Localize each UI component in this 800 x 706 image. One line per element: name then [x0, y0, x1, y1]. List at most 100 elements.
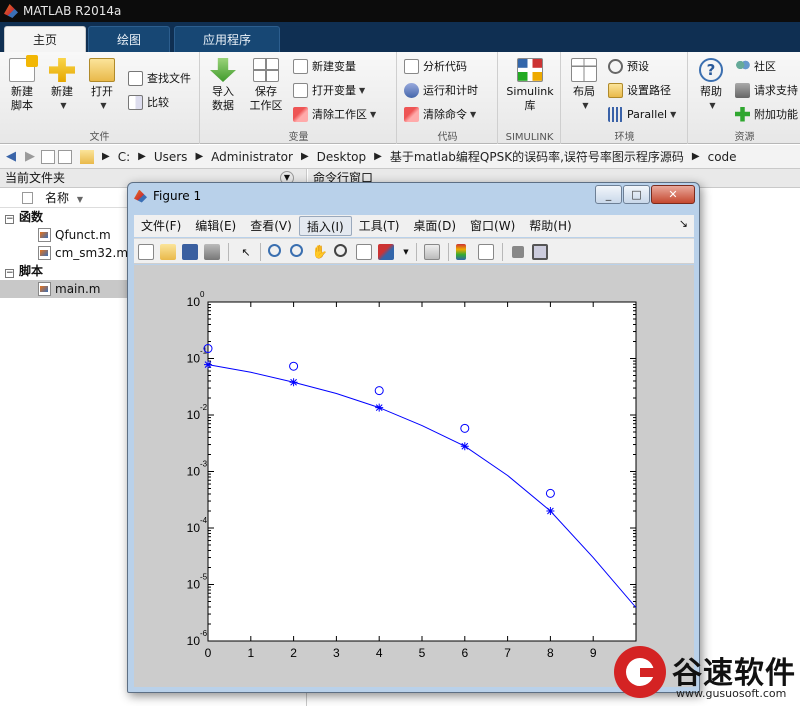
compare-icon	[128, 94, 143, 110]
parallel-icon	[608, 106, 623, 122]
menu-file[interactable]: 文件(F)	[134, 216, 188, 236]
parallel-button[interactable]: Parallel ▼	[608, 104, 676, 124]
community-button[interactable]: 社区	[735, 56, 776, 76]
hide-plot-tools-icon[interactable]	[512, 246, 524, 258]
breadcrumb-item[interactable]: Desktop	[317, 150, 367, 164]
m-file-icon	[38, 246, 51, 260]
back-arrow-icon[interactable]: ◀	[3, 149, 19, 165]
tab-plots[interactable]: 绘图	[88, 26, 170, 52]
addons-button[interactable]: 附加功能	[735, 104, 798, 124]
figure-logo-icon	[134, 189, 147, 203]
menu-insert[interactable]: 插入(I)	[298, 216, 352, 236]
request-support-button[interactable]: 请求支持	[735, 80, 798, 100]
breadcrumb-item[interactable]: C:	[118, 150, 130, 164]
file-group-label: 文件	[89, 132, 110, 143]
menu-window[interactable]: 窗口(W)	[463, 216, 522, 236]
toolbar-separator	[416, 243, 417, 261]
close-button[interactable]: ✕	[651, 185, 695, 204]
open-variable-button[interactable]: 打开变量 ▼	[293, 80, 365, 100]
semilogy-plot[interactable]: 01234567891010010-110-210-310-410-510-6	[134, 265, 694, 687]
new-variable-button[interactable]: 新建变量	[293, 56, 356, 76]
chevron-down-icon[interactable]: ▼	[398, 244, 414, 260]
new-variable-icon	[293, 58, 308, 74]
open-icon[interactable]	[160, 244, 176, 260]
request-support-icon	[735, 82, 750, 98]
print-icon[interactable]	[204, 244, 220, 260]
open-button[interactable]: 打开 ▼	[84, 58, 120, 113]
file-name: main.m	[55, 282, 101, 296]
pointer-icon[interactable]: ↖	[238, 244, 254, 260]
clear-commands-icon	[404, 106, 419, 122]
up-folder-icon[interactable]	[41, 149, 55, 164]
maximize-button[interactable]: □	[623, 185, 650, 204]
menu-tools[interactable]: 工具(T)	[352, 216, 407, 236]
tab-apps[interactable]: 应用程序	[174, 26, 280, 52]
help-label: 帮助	[700, 85, 722, 98]
simulink-library-button[interactable]: Simulink 库	[504, 58, 556, 113]
compare-button[interactable]: 比较	[128, 92, 169, 112]
set-path-button[interactable]: 设置路径	[608, 80, 671, 100]
community-label: 社区	[754, 60, 776, 73]
figure-canvas[interactable]: 01234567891010010-110-210-310-410-510-6	[134, 265, 694, 687]
menu-edit[interactable]: 编辑(E)	[188, 216, 243, 236]
layout-button[interactable]: 布局 ▼	[566, 58, 602, 113]
forward-arrow-icon[interactable]: ▶	[22, 149, 38, 165]
help-button[interactable]: ? 帮助 ▼	[693, 58, 729, 113]
run-and-time-button[interactable]: 运行和计时	[404, 80, 478, 100]
code-group-label: 代码	[437, 132, 458, 143]
layout-icon	[571, 58, 597, 82]
addons-plus-icon	[735, 106, 750, 122]
breadcrumb-item[interactable]: code	[708, 150, 737, 164]
chevron-down-icon: ▼	[60, 101, 67, 110]
legend-icon[interactable]	[478, 244, 494, 260]
x-tick-label: 5	[419, 646, 426, 660]
clear-workspace-label: 清除工作区	[312, 108, 367, 121]
new-label: 新建	[51, 85, 73, 98]
show-plot-tools-icon[interactable]	[532, 244, 548, 260]
toolbar-separator	[502, 243, 503, 261]
new-figure-icon[interactable]	[138, 244, 154, 260]
preferences-button[interactable]: 预设	[608, 56, 649, 76]
collapse-icon[interactable]: −	[5, 215, 14, 224]
zoom-out-icon[interactable]	[290, 244, 303, 257]
new-variable-label: 新建变量	[312, 60, 356, 73]
clear-workspace-button[interactable]: 清除工作区 ▼	[293, 104, 376, 124]
menu-desktop[interactable]: 桌面(D)	[406, 216, 463, 236]
x-tick-label: 3	[333, 646, 340, 660]
save-icon[interactable]	[182, 244, 198, 260]
open-variable-label: 打开变量	[312, 84, 356, 97]
clear-commands-button[interactable]: 清除命令 ▼	[404, 104, 476, 124]
x-tick-label: 4	[376, 646, 383, 660]
find-files-button[interactable]: 查找文件	[128, 68, 191, 88]
y-tick-label: 10	[187, 521, 201, 535]
browse-folder-icon[interactable]	[58, 149, 72, 164]
link-icon[interactable]	[424, 244, 440, 260]
figure-window[interactable]: Figure 1 _ □ ✕ 文件(F) 编辑(E) 查看(V) 插入(I) 工…	[127, 182, 700, 693]
save-workspace-button[interactable]: 保存 工作区	[245, 58, 287, 113]
minimize-button[interactable]: _	[595, 185, 622, 204]
breadcrumb-item[interactable]: Administrator	[211, 150, 293, 164]
new-button[interactable]: 新建 ▼	[44, 58, 80, 113]
breadcrumb-item[interactable]: 基于matlab编程QPSK的误码率,误符号率图示程序源码	[390, 148, 684, 165]
colorbar-icon[interactable]	[456, 244, 466, 260]
resources-group-label: 资源	[734, 132, 755, 143]
collapse-icon[interactable]: −	[5, 269, 14, 278]
breadcrumb-item[interactable]: Users	[154, 150, 188, 164]
variable-group-label: 变量	[288, 132, 309, 143]
pan-icon[interactable]: ✋	[312, 244, 328, 260]
rotate-icon[interactable]	[334, 244, 347, 257]
analyze-code-button[interactable]: 分析代码	[404, 56, 467, 76]
request-support-label: 请求支持	[754, 84, 798, 97]
import-data-button[interactable]: 导入 数据	[205, 58, 241, 113]
tab-home[interactable]: 主页	[4, 26, 86, 52]
folder-icon	[80, 149, 94, 164]
zoom-in-icon[interactable]	[268, 244, 281, 257]
menu-view[interactable]: 查看(V)	[243, 216, 299, 236]
figure-menu-bar: 文件(F) 编辑(E) 查看(V) 插入(I) 工具(T) 桌面(D) 窗口(W…	[134, 215, 694, 237]
data-cursor-icon[interactable]	[356, 244, 372, 260]
new-script-button[interactable]: 新建 脚本	[4, 55, 40, 113]
app-title: MATLAB R2014a	[23, 4, 122, 18]
menu-help[interactable]: 帮助(H)	[522, 216, 578, 236]
dock-arrow-icon[interactable]: ↘	[679, 217, 688, 230]
brush-icon[interactable]	[378, 244, 394, 260]
